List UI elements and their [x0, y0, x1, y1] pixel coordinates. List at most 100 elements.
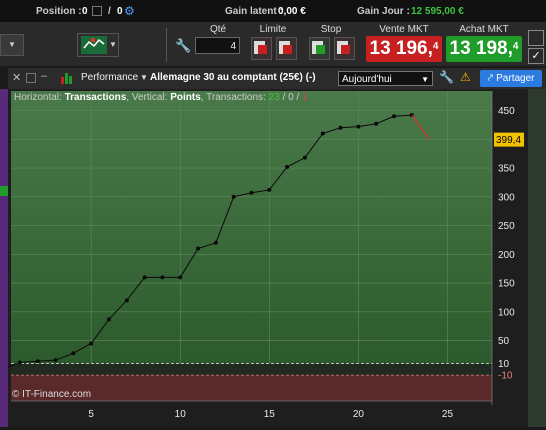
y-tick-label: 350 [498, 164, 515, 175]
trade-point [338, 125, 343, 130]
stop-order-icon [337, 41, 350, 54]
y-tick-label: 250 [498, 221, 515, 232]
y-tick-label: 100 [498, 307, 515, 318]
share-button[interactable]: ⤤ Partager [480, 70, 542, 87]
trade-point [124, 298, 129, 303]
toolbar-divider [166, 28, 167, 62]
share-label: Partager [496, 73, 535, 84]
chevron-down-icon[interactable]: ▼ [140, 73, 148, 82]
stop-order-icon [312, 41, 325, 54]
trade-point [178, 275, 183, 280]
neutral-zone [11, 363, 492, 376]
trade-point [160, 275, 165, 280]
trade-point [89, 341, 94, 346]
trade-point [285, 164, 290, 169]
limit-sell-button[interactable] [276, 37, 297, 60]
trade-point [53, 358, 58, 363]
chart-strategy-icon [81, 36, 107, 54]
limit-label: Limite [259, 24, 287, 35]
chevron-down-icon: ▼ [8, 40, 16, 49]
dropdown-button[interactable]: ▼ [0, 34, 24, 56]
trade-point [17, 360, 22, 365]
settings-gear-icon[interactable]: ⚙ [124, 4, 135, 18]
buy-label: Achat MKT [459, 24, 509, 35]
left-panel-edge [0, 89, 8, 427]
position-detail-icon[interactable] [92, 6, 102, 16]
share-icon: ⤤ [487, 73, 494, 84]
stop-label: Stop [320, 24, 342, 35]
close-icon[interactable]: ✕ [12, 71, 21, 84]
transactions-label: Transactions: [206, 92, 266, 103]
wrench-icon[interactable]: 🔧 [175, 38, 191, 54]
performance-chart[interactable]: 4504003503002502001501005010-10510152025… [0, 89, 528, 427]
copyright-text: © IT-Finance.com [12, 389, 92, 400]
period-dropdown[interactable]: Aujourd'hui ▼ [338, 71, 433, 86]
performance-chart-area[interactable]: 4504003503002502001501005010-10510152025… [0, 89, 528, 427]
tab-performance[interactable]: Performance [81, 72, 138, 83]
day-gain-value: 12 595,00 € [411, 5, 464, 17]
warning-icon[interactable]: ⚠ [460, 70, 471, 84]
trade-point [249, 190, 254, 195]
y-tick-label: 150 [498, 279, 515, 290]
option-checkbox[interactable] [528, 30, 544, 46]
wrench-icon[interactable]: 🔧 [439, 70, 454, 84]
wins-count: 23 [268, 92, 280, 103]
instrument-selector[interactable]: Allemagne 30 au comptant (25€) (-) [150, 72, 316, 83]
vertical-label: Vertical: [131, 92, 168, 103]
stop-sell-button[interactable] [334, 37, 355, 60]
position-value: 0 [82, 5, 88, 17]
positive-zone [11, 91, 492, 364]
trade-point [320, 131, 325, 136]
x-tick-label: 25 [442, 409, 454, 420]
x-tick-label: 5 [88, 409, 94, 420]
strategy-button[interactable]: ▼ [77, 33, 119, 57]
option-checkbox-checked[interactable]: ✓ [528, 48, 544, 64]
limit-order-icon [279, 41, 292, 54]
sell-price-fraction: 4 [432, 41, 439, 52]
buy-market-button[interactable]: 13 198,4 [446, 36, 522, 62]
losses-count: 1 [301, 92, 308, 103]
x-tick-label: 15 [264, 409, 276, 420]
sell-market-button[interactable]: 13 196,4 [366, 36, 442, 62]
horizontal-value: Transactions [64, 92, 127, 103]
chevron-down-icon: ▼ [109, 40, 117, 49]
sell-label: Vente MKT [379, 24, 429, 35]
sell-price: 13 196, [369, 38, 433, 59]
chevron-down-icon: ▼ [421, 75, 429, 84]
limit-buy-button[interactable] [251, 37, 272, 60]
last-value-label: 399,4 [496, 135, 521, 146]
position-value-2: 0 [117, 5, 123, 17]
buy-price: 13 198, [449, 38, 513, 59]
x-tick-label: 20 [353, 409, 365, 420]
trade-point [196, 246, 201, 251]
position-separator: / [108, 5, 111, 17]
trade-point [267, 187, 272, 192]
limit-order-icon [254, 41, 267, 54]
minimize-icon[interactable]: – [41, 70, 47, 82]
performance-window-header: ✕ – Performance ▼ Allemagne 30 au compta… [8, 68, 546, 90]
trade-point [142, 275, 147, 280]
trade-point [71, 351, 76, 356]
right-panel-edge [528, 89, 546, 427]
position-label: Position : [36, 5, 82, 17]
y-tick-label: 50 [498, 336, 510, 347]
maximize-icon[interactable] [26, 73, 36, 83]
day-gain-label: Gain Jour : [357, 5, 410, 17]
performance-chart-icon [61, 73, 72, 84]
y-tick-label: -10 [498, 371, 513, 382]
horizontal-label: Horizontal: [14, 92, 62, 103]
qty-label: Qté [209, 24, 227, 35]
latent-gain-value: 0,00 € [278, 5, 306, 17]
y-tick-label: 200 [498, 250, 515, 261]
trade-point [35, 359, 40, 364]
buy-price-fraction: 4 [512, 41, 519, 52]
trade-point [302, 155, 307, 160]
trade-point [231, 194, 236, 199]
latent-gain-label: Gain latent : [225, 5, 283, 17]
chart-info-line: Horizontal: Transactions, Vertical: Poin… [14, 92, 308, 103]
trade-point [213, 240, 218, 245]
stop-buy-button[interactable] [309, 37, 330, 60]
quantity-input[interactable]: 4 [195, 37, 240, 54]
period-value: Aujourd'hui [342, 74, 392, 85]
trade-point [374, 121, 379, 126]
